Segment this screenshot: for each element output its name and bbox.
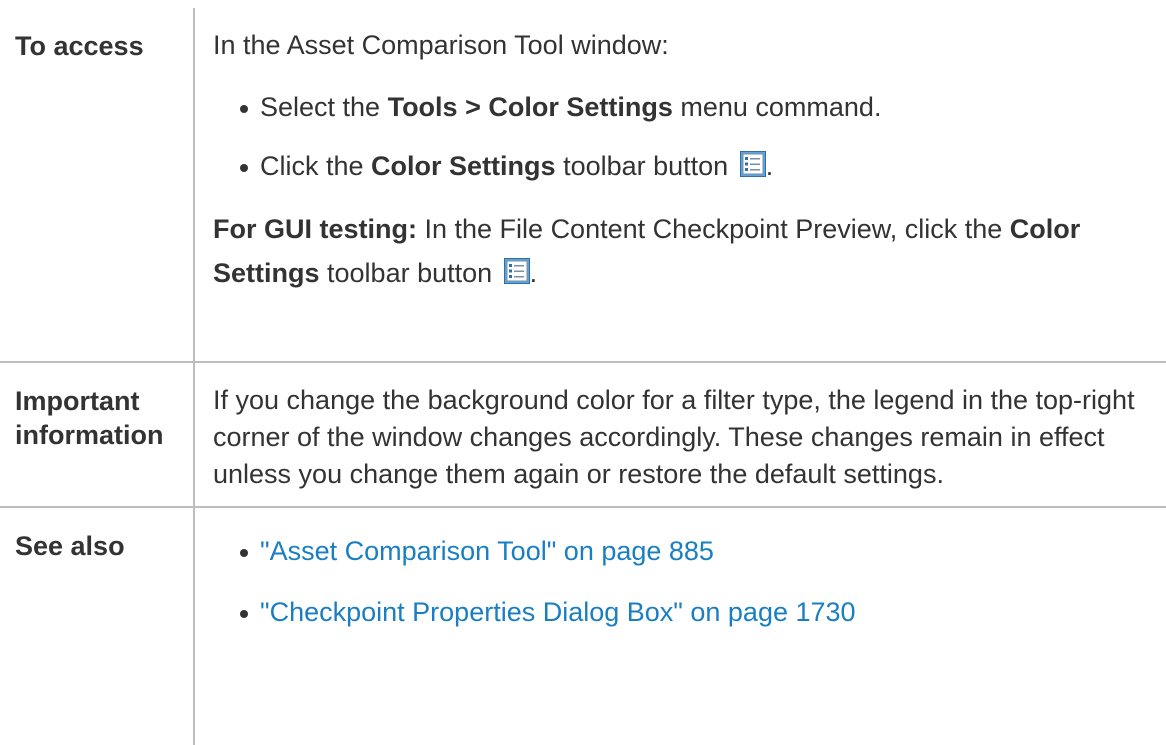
access-steps-list: Select the Tools > Color Settings menu c…	[213, 89, 1152, 185]
row-important-information: Important information If you change the …	[0, 361, 1166, 508]
step-text: Click the	[260, 151, 372, 181]
content-important-information: If you change the background color for a…	[193, 361, 1166, 508]
gui-testing-text: In the File Content Checkpoint Preview, …	[417, 214, 1010, 244]
link-checkpoint-properties-dialog[interactable]: "Checkpoint Properties Dialog Box" on pa…	[260, 597, 856, 627]
see-also-item: "Asset Comparison Tool" on page 885	[240, 533, 1152, 570]
bullet-icon	[240, 549, 248, 557]
content-to-access: In the Asset Comparison Tool window: Sel…	[193, 8, 1166, 363]
row-see-also: See also "Asset Comparison Tool" on page…	[0, 506, 1166, 745]
step-text: toolbar button	[555, 151, 729, 181]
gui-period: .	[529, 258, 538, 288]
color-settings-icon	[503, 258, 530, 284]
access-step-menu: Select the Tools > Color Settings menu c…	[240, 89, 1152, 126]
step-period: .	[765, 151, 774, 181]
toolbar-button-name: Color Settings	[371, 151, 556, 181]
link-asset-comparison-tool[interactable]: "Asset Comparison Tool" on page 885	[260, 536, 714, 566]
label-see-also: See also	[0, 506, 195, 745]
color-settings-icon	[739, 151, 766, 177]
step-text: menu command.	[672, 92, 882, 122]
content-see-also: "Asset Comparison Tool" on page 885 "Che…	[193, 506, 1166, 745]
gui-testing-note: For GUI testing: In the File Content Che…	[213, 207, 1152, 295]
bullet-icon	[240, 105, 248, 113]
see-also-list: "Asset Comparison Tool" on page 885 "Che…	[213, 533, 1152, 631]
label-important-information: Important information	[0, 361, 195, 508]
info-table: To access In the Asset Comparison Tool w…	[0, 8, 1166, 745]
menu-path: Tools > Color Settings	[387, 92, 673, 122]
label-to-access: To access	[0, 8, 195, 363]
step-text: Select the	[260, 92, 388, 122]
bullet-icon	[240, 610, 248, 618]
see-also-item: "Checkpoint Properties Dialog Box" on pa…	[240, 594, 1152, 631]
bullet-icon	[240, 164, 248, 172]
access-intro: In the Asset Comparison Tool window:	[213, 30, 669, 60]
gui-testing-suffix: toolbar button	[319, 258, 493, 288]
access-step-toolbar: Click the Color Settings toolbar button …	[240, 148, 1152, 185]
row-to-access: To access In the Asset Comparison Tool w…	[0, 8, 1166, 363]
gui-testing-lead: For GUI testing:	[213, 214, 417, 244]
